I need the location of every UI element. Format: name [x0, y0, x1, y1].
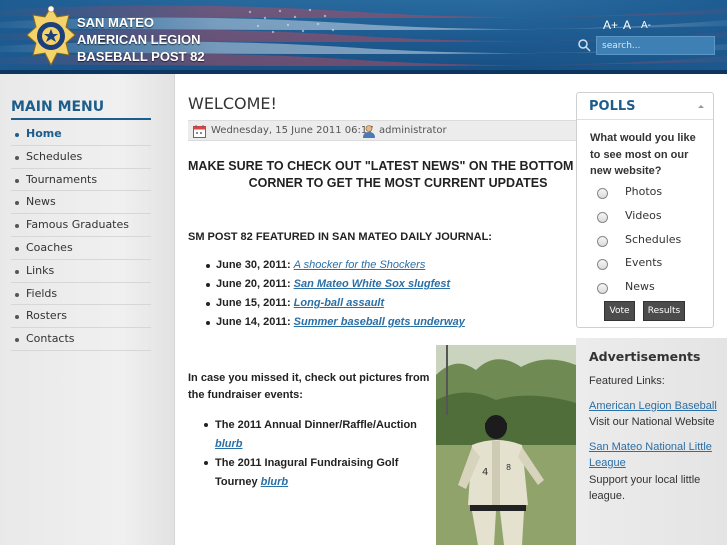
news-list: June 30, 2011: A shocker for the Shocker… [206, 259, 465, 335]
main-content: WELCOME! Wednesday, 15 June 2011 06:17 a… [176, 74, 576, 545]
left-sidebar: MAIN MENU Home Schedules Tournaments New… [0, 74, 175, 545]
advertisements-module: Advertisements Featured Links: American … [576, 338, 727, 545]
poll-option-news[interactable]: News [597, 280, 707, 296]
fundraiser-text: The 2011 Annual Dinner/Raffle/Auction [215, 419, 417, 431]
menu-item-famous-graduates[interactable]: Famous Graduates [11, 214, 151, 237]
menu-item-home[interactable]: Home [11, 123, 151, 146]
site-title-line-2: AMERICAN LEGION [77, 32, 201, 47]
poll-option-label: Photos [625, 185, 663, 198]
menu-item-fields[interactable]: Fields [11, 283, 151, 306]
collapse-icon[interactable] [698, 105, 704, 108]
fundraiser-intro: In case you missed it, check out picture… [188, 372, 430, 401]
poll-option-photos[interactable]: Photos [597, 185, 707, 201]
announcement: MAKE SURE TO CHECK OUT "LATEST NEWS" ON … [188, 158, 576, 192]
article-title: WELCOME! [188, 94, 277, 113]
news-item: June 30, 2011: A shocker for the Shocker… [206, 259, 465, 278]
vote-button[interactable]: Vote [604, 301, 635, 321]
blurb-link[interactable]: blurb [261, 476, 289, 488]
announcement-line-1: MAKE SURE TO CHECK OUT "LATEST NEWS" ON … [188, 159, 576, 173]
font-reset-button[interactable]: A [623, 18, 631, 32]
radio-button[interactable] [597, 236, 608, 247]
menu-item-news[interactable]: News [11, 191, 151, 215]
radio-button[interactable] [597, 259, 608, 270]
main-menu-divider [11, 118, 151, 120]
article-date: Wednesday, 15 June 2011 06:17 [211, 125, 374, 136]
article-meta-bar: Wednesday, 15 June 2011 06:17 administra… [188, 120, 576, 141]
news-date: June 20, 2011: [216, 278, 291, 290]
radio-button[interactable] [597, 188, 608, 199]
font-increase-button[interactable]: A+ [603, 18, 618, 32]
results-button[interactable]: Results [643, 301, 685, 321]
news-link[interactable]: Summer baseball gets underway [294, 316, 465, 328]
featured-links-label: Featured Links: [589, 375, 665, 387]
svg-text:8: 8 [506, 463, 511, 472]
polls-title: POLLS [589, 99, 636, 114]
fundraiser-item: The 2011 Annual Dinner/Raffle/Auction bl… [204, 416, 434, 454]
poll-option-label: Events [625, 256, 663, 269]
news-item: June 20, 2011: San Mateo White Sox slugf… [206, 278, 465, 297]
site-title[interactable]: SAN MATEO AMERICAN LEGION BASEBALL POST … [77, 14, 277, 65]
menu-item-links[interactable]: Links [11, 260, 151, 283]
search-box [577, 36, 715, 55]
poll-option-videos[interactable]: Videos [597, 209, 707, 225]
site-title-line-1: SAN MATEO [77, 15, 155, 30]
news-link[interactable]: Long-ball assault [294, 297, 384, 309]
blurb-link[interactable]: blurb [215, 438, 243, 450]
menu-item-coaches[interactable]: Coaches [11, 237, 151, 260]
calendar-icon [193, 125, 206, 138]
advertisements-title: Advertisements [589, 349, 701, 364]
ad-description: Support your local little league. [589, 473, 701, 503]
poll-question: What would you like to see most on our n… [590, 132, 696, 177]
ad-description: Visit our National Website [589, 416, 715, 428]
menu-item-contacts[interactable]: Contacts [11, 328, 151, 351]
poll-option-label: News [625, 280, 655, 293]
baseball-player-photo: 4 8 [436, 345, 576, 545]
announcement-line-2: CORNER TO GET THE MOST CURRENT UPDATES [248, 176, 548, 190]
news-link[interactable]: San Mateo White Sox slugfest [294, 278, 450, 290]
news-date: June 15, 2011: [216, 297, 291, 309]
site-header: SAN MATEO AMERICAN LEGION BASEBALL POST … [0, 0, 727, 74]
fundraiser-text: The 2011 Inagural Fundraising Golf Tourn… [215, 457, 399, 488]
american-legion-emblem-icon[interactable] [26, 5, 76, 67]
menu-item-schedules[interactable]: Schedules [11, 146, 151, 169]
fundraiser-item: The 2011 Inagural Fundraising Golf Tourn… [204, 454, 434, 492]
news-item: June 14, 2011: Summer baseball gets unde… [206, 316, 465, 335]
ad-link-american-legion-baseball[interactable]: American Legion Baseball [589, 400, 717, 412]
poll-option-schedules[interactable]: Schedules [597, 233, 707, 249]
main-menu: Home Schedules Tournaments News Famous G… [11, 123, 151, 351]
advertisements-body: Featured Links: American Legion Baseball… [589, 373, 719, 505]
menu-item-tournaments[interactable]: Tournaments [11, 169, 151, 192]
poll-option-label: Schedules [625, 233, 682, 246]
polls-divider [577, 119, 713, 120]
poll-option-events[interactable]: Events [597, 256, 707, 272]
svg-text:4: 4 [482, 467, 488, 478]
search-input[interactable] [596, 36, 715, 55]
news-date: June 14, 2011: [216, 316, 291, 328]
site-title-line-3: BASEBALL POST 82 [77, 49, 205, 64]
user-icon [363, 125, 375, 138]
main-menu-title: MAIN MENU [11, 99, 105, 115]
search-icon[interactable] [577, 38, 591, 52]
radio-button[interactable] [597, 212, 608, 223]
featured-heading: SM POST 82 FEATURED IN SAN MATEO DAILY J… [188, 231, 492, 243]
font-size-controls: A+ A A- [603, 18, 663, 32]
font-decrease-button[interactable]: A- [641, 20, 651, 31]
poll-option-label: Videos [625, 209, 662, 222]
news-item: June 15, 2011: Long-ball assault [206, 297, 465, 316]
news-link[interactable]: A shocker for the Shockers [294, 259, 426, 271]
news-date: June 30, 2011: [216, 259, 291, 271]
ad-link-san-mateo-national-little-league[interactable]: San Mateo National Little League [589, 441, 712, 470]
article-author: administrator [379, 125, 447, 136]
menu-item-rosters[interactable]: Rosters [11, 305, 151, 329]
fundraiser-list: The 2011 Annual Dinner/Raffle/Auction bl… [204, 416, 434, 492]
radio-button[interactable] [597, 283, 608, 294]
polls-module: POLLS What would you like to see most on… [576, 92, 714, 328]
